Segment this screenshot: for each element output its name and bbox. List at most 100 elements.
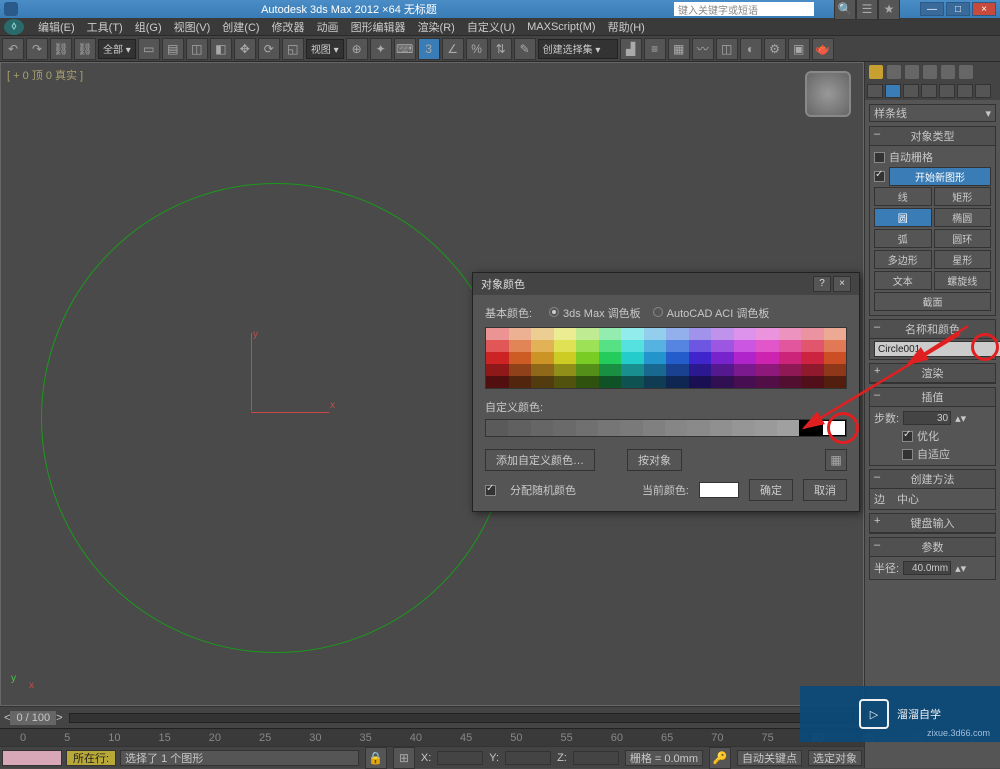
custom-swatch-white[interactable] [822, 420, 846, 436]
palette-swatch[interactable] [779, 328, 802, 340]
signin-icon[interactable]: ☰ [856, 0, 878, 20]
shape-btn-圆[interactable]: 圆 [874, 208, 932, 227]
shape-btn-矩形[interactable]: 矩形 [934, 187, 992, 206]
palette-swatch[interactable] [666, 376, 689, 388]
palette-swatch[interactable] [756, 328, 779, 340]
palette-swatch[interactable] [666, 364, 689, 376]
palette-swatch[interactable] [486, 364, 509, 376]
palette-swatch[interactable] [644, 340, 667, 352]
palette-swatch[interactable] [711, 364, 734, 376]
palette-swatch[interactable] [689, 328, 712, 340]
mini-listener[interactable] [2, 750, 62, 766]
time-slider[interactable]: < 0 / 100 > [0, 706, 864, 728]
curve-editor-icon[interactable]: 〰 [692, 38, 714, 60]
palette-swatch[interactable] [824, 376, 847, 388]
shape-btn-多边形[interactable]: 多边形 [874, 250, 932, 269]
palette-swatch[interactable] [779, 376, 802, 388]
palette-swatch[interactable] [711, 340, 734, 352]
palette-swatch[interactable] [599, 364, 622, 376]
shape-btn-文本[interactable]: 文本 [874, 271, 932, 290]
shape-category-dropdown[interactable]: 样条线▾ [869, 104, 996, 122]
keymode-icon[interactable]: ⌨ [394, 38, 416, 60]
cancel-button[interactable]: 取消 [803, 479, 847, 501]
percent-snap-icon[interactable]: % [466, 38, 488, 60]
scale-icon[interactable]: ◱ [282, 38, 304, 60]
select-icon[interactable]: ▭ [138, 38, 160, 60]
palette-swatch[interactable] [509, 352, 532, 364]
palette-swatch[interactable] [644, 352, 667, 364]
palette-swatch[interactable] [576, 328, 599, 340]
palette-swatch[interactable] [531, 328, 554, 340]
palette-swatch[interactable] [666, 352, 689, 364]
create-panel-icon[interactable] [869, 65, 883, 79]
key-toggle-icon[interactable]: 🔑 [709, 747, 731, 769]
optimize-checkbox[interactable] [902, 431, 913, 442]
palette-swatch[interactable] [711, 352, 734, 364]
palette-swatch[interactable] [779, 340, 802, 352]
palette-swatch[interactable] [576, 376, 599, 388]
custom-color-row[interactable] [485, 419, 847, 437]
close-button[interactable]: × [972, 2, 996, 16]
material-editor-icon[interactable]: ◐ [740, 38, 762, 60]
render-setup-icon[interactable]: ⚙ [764, 38, 786, 60]
tab-helpers[interactable] [939, 84, 955, 98]
menu-tools[interactable]: 工具(T) [81, 19, 129, 35]
named-selset-dropdown[interactable]: 创建选择集 ▾ [538, 39, 618, 59]
palette-swatch[interactable] [531, 364, 554, 376]
minimize-button[interactable]: — [920, 2, 944, 16]
palette-swatch[interactable] [554, 328, 577, 340]
maximize-button[interactable]: □ [946, 2, 970, 16]
tab-geometry[interactable] [867, 84, 883, 98]
palette-swatch[interactable] [711, 376, 734, 388]
palette-swatch[interactable] [576, 352, 599, 364]
palette-swatch[interactable] [689, 352, 712, 364]
color-palette[interactable] [485, 327, 847, 389]
menu-help[interactable]: 帮助(H) [602, 19, 651, 35]
palette-swatch[interactable] [734, 376, 757, 388]
palette-swatch[interactable] [554, 340, 577, 352]
palette-swatch[interactable] [554, 364, 577, 376]
shape-btn-椭圆[interactable]: 椭圆 [934, 208, 992, 227]
manip-icon[interactable]: ✦ [370, 38, 392, 60]
refcoord-dropdown[interactable]: 视图 ▾ [306, 39, 344, 59]
palette-swatch[interactable] [509, 328, 532, 340]
layers-icon[interactable]: ▦ [668, 38, 690, 60]
palette-swatch[interactable] [486, 352, 509, 364]
angle-snap-icon[interactable]: ∠ [442, 38, 464, 60]
palette-swatch[interactable] [621, 376, 644, 388]
palette-swatch[interactable] [486, 376, 509, 388]
lock-icon[interactable]: 🔒 [365, 747, 387, 769]
shape-btn-圆环[interactable]: 圆环 [934, 229, 992, 248]
shape-btn-截面[interactable]: 截面 [874, 292, 991, 311]
palette-swatch[interactable] [801, 352, 824, 364]
palette-swatch[interactable] [689, 340, 712, 352]
menu-create[interactable]: 创建(C) [216, 19, 265, 35]
palette-swatch[interactable] [599, 340, 622, 352]
palette-swatch[interactable] [599, 376, 622, 388]
menu-view[interactable]: 视图(V) [168, 19, 217, 35]
shape-btn-线[interactable]: 线 [874, 187, 932, 206]
dialog-titlebar[interactable]: 对象颜色 ? × [473, 273, 859, 295]
palette-swatch[interactable] [599, 352, 622, 364]
align-icon[interactable]: ≡ [644, 38, 666, 60]
utilities-panel-icon[interactable] [959, 65, 973, 79]
palette-swatch[interactable] [666, 328, 689, 340]
menu-animation[interactable]: 动画 [311, 19, 345, 35]
palette-swatch[interactable] [554, 376, 577, 388]
menu-maxscript[interactable]: MAXScript(M) [521, 21, 601, 33]
palette-swatch[interactable] [621, 364, 644, 376]
tab-lights[interactable] [903, 84, 919, 98]
coord-y-input[interactable] [505, 751, 551, 765]
help-search-input[interactable]: 键入关键字或短语 [674, 2, 814, 16]
palette-swatch[interactable] [734, 328, 757, 340]
dialog-help-button[interactable]: ? [813, 276, 831, 292]
palette-swatch[interactable] [531, 376, 554, 388]
start-new-shape-button[interactable]: 开始新图形 [889, 167, 991, 186]
palette-swatch[interactable] [509, 340, 532, 352]
render-icon[interactable]: 🫖 [812, 38, 834, 60]
motion-panel-icon[interactable] [923, 65, 937, 79]
tab-cameras[interactable] [921, 84, 937, 98]
palette-swatch[interactable] [734, 340, 757, 352]
coord-x-input[interactable] [437, 751, 483, 765]
palette-swatch[interactable] [486, 328, 509, 340]
